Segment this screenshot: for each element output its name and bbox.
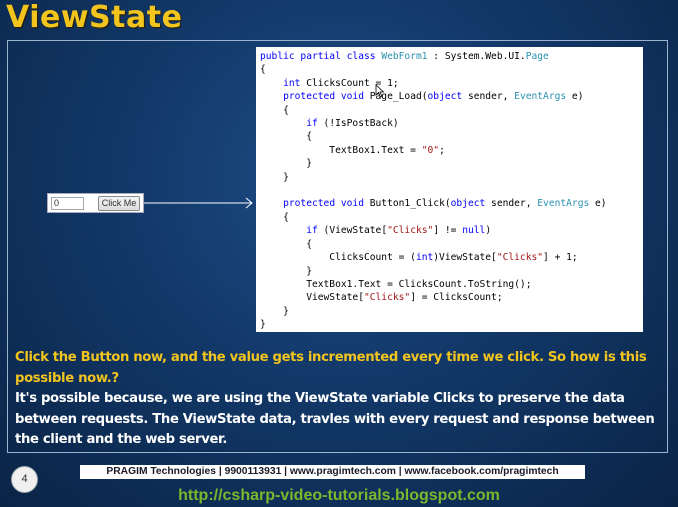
code-line: { bbox=[260, 238, 312, 250]
slide-text: Click the Button now, and the value gets… bbox=[15, 348, 665, 451]
code-line: ViewState["Clicks"] = ClicksCount; bbox=[260, 292, 503, 304]
code-line: } bbox=[260, 319, 266, 331]
code-line: public partial class WebForm1 : System.W… bbox=[260, 51, 549, 62]
code-line: if (!IsPostBack) bbox=[306, 118, 399, 130]
answer-text: It's possible because, we are using the … bbox=[15, 391, 655, 447]
code-line: ClicksCount = (int)ViewState["Clicks"] +… bbox=[260, 252, 578, 264]
code-line: { bbox=[260, 104, 289, 116]
code-line: protected void Page_Load(object sender, … bbox=[283, 91, 584, 103]
slide-title: ViewState bbox=[6, 0, 183, 35]
arrow-right-icon bbox=[144, 197, 253, 209]
code-listing: public partial class WebForm1 : System.W… bbox=[256, 47, 643, 332]
mouse-cursor-icon bbox=[375, 84, 385, 98]
code-line: if (ViewState["Clicks"] != null) bbox=[306, 225, 492, 237]
code-line: protected void Button1_Click(object send… bbox=[283, 198, 607, 210]
count-textbox[interactable]: 0 bbox=[51, 197, 84, 210]
code-line: int ClicksCount = 1; bbox=[283, 77, 399, 89]
click-me-button[interactable]: Click Me bbox=[98, 196, 140, 211]
question-text: Click the Button now, and the value gets… bbox=[15, 350, 647, 386]
code-line: } bbox=[260, 305, 289, 317]
code-line: } bbox=[260, 171, 289, 183]
demo-form: 0 Click Me bbox=[47, 193, 144, 213]
code-line: } bbox=[260, 265, 312, 277]
footer-contact: PRAGIM Technologies | 9900113931 | www.p… bbox=[80, 465, 585, 479]
code-line: TextBox1.Text = "0"; bbox=[260, 144, 445, 156]
code-line: { bbox=[260, 131, 312, 143]
code-line: { bbox=[260, 211, 289, 223]
code-line: TextBox1.Text = ClicksCount.ToString(); bbox=[260, 278, 532, 290]
blog-link[interactable]: http://csharp-video-tutorials.blogspot.c… bbox=[0, 486, 678, 506]
code-line: } bbox=[260, 158, 312, 170]
code-line: { bbox=[260, 64, 266, 76]
